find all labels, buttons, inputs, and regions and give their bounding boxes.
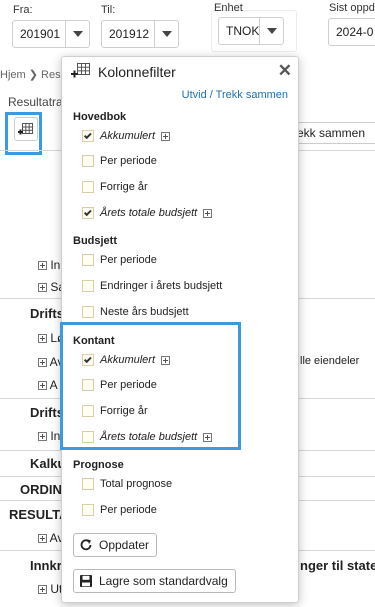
sist-oppdatert-field: 2024-0 — [328, 18, 375, 46]
til-select[interactable]: 201912 — [101, 20, 179, 48]
section-title: Resultatra — [8, 95, 63, 109]
filter-bar: Fra: 201901 Til: 201912 Enhet TNOK Sist … — [0, 0, 375, 60]
breadcrumb-separator: ❯ — [28, 69, 42, 81]
chevron-down-icon — [154, 21, 178, 47]
table-row[interactable]: In — [38, 429, 60, 443]
refresh-icon — [79, 538, 93, 552]
expand-collapse-link[interactable]: Utvid / Trekk sammen — [182, 89, 288, 101]
table-row[interactable]: A — [38, 378, 58, 392]
update-button-label: Oppdater — [99, 538, 150, 552]
sist-oppdatert-label: Sist oppd — [329, 2, 375, 14]
enhet-value: TNOK — [226, 24, 260, 38]
option-budsjett-endringer[interactable]: Endringer i årets budsjett — [82, 278, 222, 294]
section-heading-budsjett: Budsjett — [73, 235, 117, 247]
fra-select[interactable]: 201901 — [12, 20, 90, 48]
option-hovedbok-forrige-ar[interactable]: Forrige år — [82, 179, 148, 195]
table-row: RESULTA — [9, 507, 69, 522]
enhet-select[interactable]: TNOK — [218, 17, 284, 45]
expand-plus-icon[interactable] — [38, 358, 47, 368]
check-mark-icon — [83, 131, 92, 140]
update-button[interactable]: Oppdater — [73, 533, 158, 557]
table-row: Drifts — [30, 405, 64, 420]
option-prognose-per-periode[interactable]: Per periode — [82, 502, 157, 518]
expand-plus-icon[interactable] — [203, 208, 213, 218]
save-default-button-label: Lagre som standardvalg — [99, 574, 228, 588]
chevron-down-icon — [65, 21, 89, 47]
dialog-header: Kolonnefilter ✕ — [62, 57, 298, 87]
expand-plus-icon[interactable] — [38, 334, 47, 344]
checkbox[interactable] — [82, 280, 94, 292]
save-disk-icon — [79, 574, 93, 588]
highlight-frame — [5, 112, 42, 155]
expand-plus-icon[interactable] — [38, 534, 47, 544]
sist-oppdatert-value: 2024-0 — [336, 25, 374, 39]
expand-plus-icon[interactable] — [38, 283, 47, 293]
table-row: Drifts — [30, 306, 64, 321]
option-budsjett-neste-ar[interactable]: Neste års budsjett — [82, 304, 189, 320]
check-mark-icon — [83, 208, 92, 217]
checkbox[interactable] — [82, 130, 94, 142]
option-prognose-total[interactable]: Total prognose — [82, 476, 172, 492]
expand-plus-icon[interactable] — [38, 381, 47, 391]
chevron-down-icon — [259, 18, 283, 44]
option-hovedbok-akkumulert[interactable]: Akkumulert — [82, 128, 171, 144]
table-row: ORDIN — [20, 482, 62, 497]
highlight-frame — [60, 322, 241, 450]
table-row[interactable]: Av — [38, 531, 63, 545]
row-label-staten: nger til staten — [300, 558, 375, 573]
dialog-title: Kolonnefilter — [98, 64, 176, 80]
section-heading-prognose: Prognose — [73, 459, 124, 471]
table-row[interactable]: Ut — [38, 582, 62, 596]
til-label: Til: — [101, 4, 116, 16]
expand-plus-icon[interactable] — [38, 585, 47, 595]
checkbox[interactable] — [82, 181, 94, 193]
til-value: 201912 — [109, 27, 150, 41]
option-budsjett-per-periode[interactable]: Per periode — [82, 252, 157, 268]
section-heading-hovedbok: Hovedbok — [73, 111, 127, 123]
expand-plus-icon[interactable] — [38, 432, 47, 442]
checkbox[interactable] — [82, 207, 94, 219]
expand-collapse-button[interactable]: ekk sammen — [288, 122, 375, 144]
row-label-eiendeler: lle eiendeler — [300, 355, 360, 367]
breadcrumb: Hjem ❯ Resu — [0, 68, 67, 81]
option-hovedbok-per-periode[interactable]: Per periode — [82, 153, 157, 169]
checkbox[interactable] — [82, 254, 94, 266]
table-grid-icon — [71, 63, 90, 78]
expand-plus-icon[interactable] — [38, 261, 47, 271]
checkbox[interactable] — [82, 155, 94, 167]
fra-value: 201901 — [20, 27, 61, 41]
checkbox[interactable] — [82, 478, 94, 490]
save-default-button[interactable]: Lagre som standardvalg — [73, 569, 236, 593]
checkbox[interactable] — [82, 504, 94, 516]
option-hovedbok-arets-totale-budsjett[interactable]: Årets totale budsjett — [82, 205, 213, 221]
expand-plus-icon[interactable] — [161, 131, 171, 141]
enhet-label: Enhet — [214, 2, 243, 14]
fra-label: Fra: — [13, 4, 33, 16]
close-icon[interactable]: ✕ — [278, 61, 292, 81]
breadcrumb-home[interactable]: Hjem — [0, 69, 26, 81]
checkbox[interactable] — [82, 306, 94, 318]
